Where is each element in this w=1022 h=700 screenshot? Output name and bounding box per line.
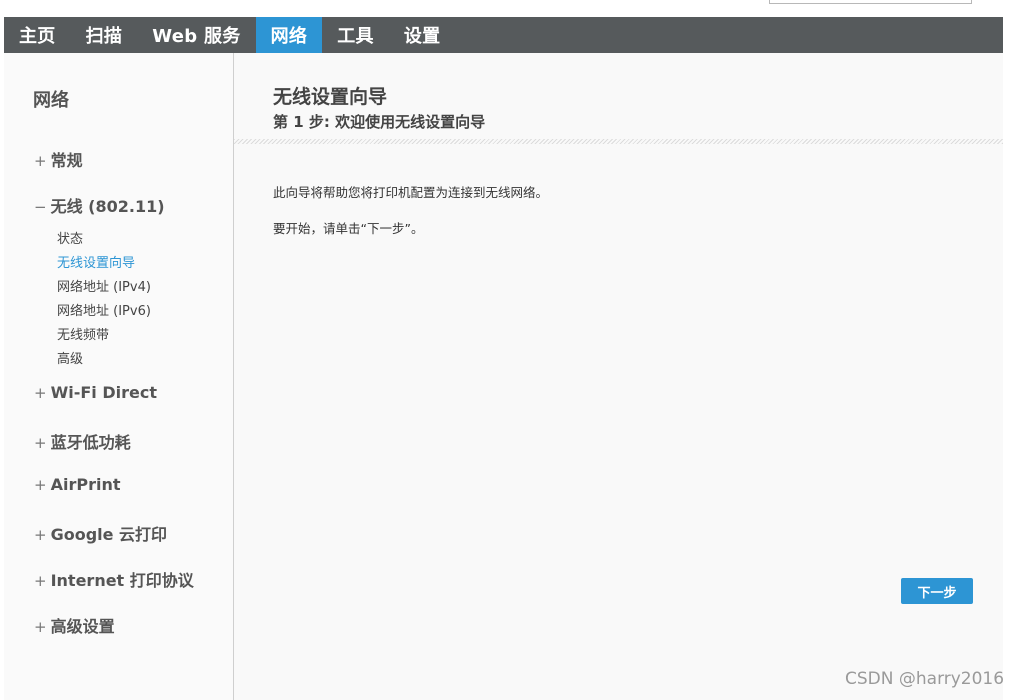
- sidebar-section-airprint[interactable]: + AirPrint: [34, 475, 120, 494]
- sidebar-section-internet-printing[interactable]: + Internet 打印协议: [34, 567, 194, 591]
- sidebar-section-label: AirPrint: [50, 475, 121, 494]
- page-subtitle: 第 1 步: 欢迎使用无线设置向导: [273, 113, 486, 131]
- sidebar-item-status[interactable]: 状态: [57, 228, 83, 247]
- search-box[interactable]: [769, 0, 972, 4]
- nav-network[interactable]: 网络: [255, 17, 323, 53]
- sidebar-section-google-cloud-print[interactable]: + Google 云打印: [34, 521, 167, 545]
- expand-icon: +: [34, 572, 47, 590]
- right-gutter: [1003, 17, 1022, 700]
- expand-icon: +: [34, 476, 47, 494]
- intro-text: 此向导将帮助您将打印机配置为连接到无线网络。: [273, 185, 549, 200]
- expand-icon: +: [34, 618, 47, 636]
- sidebar-section-wifi-direct[interactable]: + Wi-Fi Direct: [34, 383, 157, 402]
- next-button[interactable]: 下一步: [901, 578, 973, 604]
- expand-icon: +: [34, 152, 47, 170]
- sidebar-item-ipv4[interactable]: 网络地址 (IPv4): [57, 276, 151, 295]
- nav-settings[interactable]: 设置: [389, 17, 456, 53]
- top-nav: 主页 扫描 Web 服务 网络 工具 设置: [4, 17, 1003, 53]
- sidebar-section-label: 无线 (802.11): [50, 197, 165, 216]
- collapse-icon: −: [34, 198, 47, 216]
- sidebar-item-advanced[interactable]: 高级: [57, 348, 83, 367]
- sidebar-section-label: 蓝牙低功耗: [50, 433, 131, 452]
- nav-tools[interactable]: 工具: [322, 17, 389, 53]
- sidebar-item-wireless-wizard[interactable]: 无线设置向导: [57, 252, 135, 271]
- nav-web-services[interactable]: Web 服务: [137, 17, 255, 53]
- header-divider: [234, 139, 1003, 144]
- sidebar-section-label: Google 云打印: [50, 525, 168, 544]
- sidebar-item-wireless-band[interactable]: 无线频带: [57, 324, 109, 343]
- sidebar-section-bluetooth-le[interactable]: + 蓝牙低功耗: [34, 429, 131, 453]
- sidebar-section-advanced-settings[interactable]: + 高级设置: [34, 613, 115, 637]
- expand-icon: +: [34, 384, 47, 402]
- instruction-text: 要开始，请单击“下一步”。: [273, 221, 424, 236]
- sidebar-section-label: Wi-Fi Direct: [50, 383, 157, 402]
- nav-home[interactable]: 主页: [4, 17, 71, 53]
- expand-icon: +: [34, 434, 47, 452]
- page-title: 无线设置向导: [273, 86, 388, 108]
- sidebar-item-ipv6[interactable]: 网络地址 (IPv6): [57, 300, 151, 319]
- main-content: 无线设置向导 第 1 步: 欢迎使用无线设置向导 此向导将帮助您将打印机配置为连…: [234, 53, 1003, 700]
- expand-icon: +: [34, 526, 47, 544]
- sidebar: 网络 + 常规 − 无线 (802.11) 状态 无线设置向导 网络地址 (IPv4…: [4, 53, 234, 700]
- sidebar-section-label: 常规: [50, 151, 83, 170]
- sidebar-section-label: Internet 打印协议: [50, 571, 194, 590]
- sidebar-section-label: 高级设置: [50, 617, 115, 636]
- sidebar-section-general[interactable]: + 常规: [34, 147, 83, 171]
- sidebar-section-wireless[interactable]: − 无线 (802.11): [34, 193, 165, 217]
- watermark: CSDN @harry2016: [845, 669, 1005, 689]
- nav-scan[interactable]: 扫描: [71, 17, 138, 53]
- sidebar-title: 网络: [33, 90, 69, 111]
